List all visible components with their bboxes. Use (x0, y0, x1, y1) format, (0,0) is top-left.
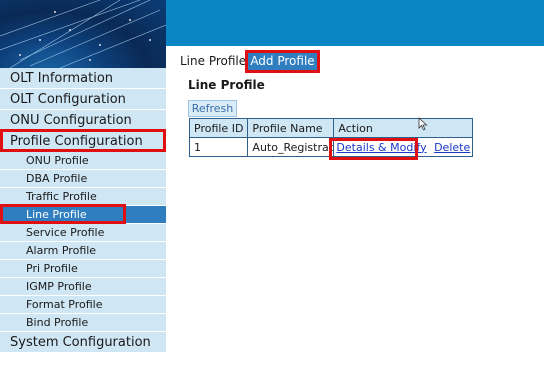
table-header-row: Profile ID Profile Name Action (188, 118, 474, 138)
sidebar-subitem-pri-profile[interactable]: Pri Profile (0, 260, 166, 278)
column-header-profile-name: Profile Name (247, 118, 335, 138)
sidebar-subitem-traffic-profile[interactable]: Traffic Profile (0, 188, 166, 206)
page-title: Line Profile (188, 78, 265, 92)
sidebar-item-olt-information[interactable]: OLT Information (0, 68, 166, 89)
sidebar: OLT Information OLT Configuration ONU Co… (0, 68, 166, 353)
sidebar-subitem-bind-profile[interactable]: Bind Profile (0, 314, 166, 332)
cell-action: Details & Modify Delete (333, 137, 474, 157)
sidebar-item-system-configuration[interactable]: System Configuration (0, 332, 166, 353)
sidebar-subitem-onu-profile[interactable]: ONU Profile (0, 152, 166, 170)
tab-add-profile[interactable]: Add Profile (247, 52, 318, 71)
sidebar-subitem-alarm-profile[interactable]: Alarm Profile (0, 242, 166, 260)
column-header-action: Action (333, 118, 474, 138)
globe-logo-image (0, 0, 166, 68)
sidebar-subitem-dba-profile[interactable]: DBA Profile (0, 170, 166, 188)
sidebar-item-profile-configuration[interactable]: Profile Configuration (0, 131, 166, 152)
cell-profile-name: Auto_Registrati (247, 137, 335, 157)
sidebar-subitem-igmp-profile[interactable]: IGMP Profile (0, 278, 166, 296)
delete-link[interactable]: Delete (434, 141, 470, 154)
tab-line-profile[interactable]: Line Profile (180, 54, 246, 68)
column-header-profile-id: Profile ID (188, 118, 249, 138)
line-profile-table: Profile ID Profile Name Action 1 Auto_Re… (188, 118, 474, 157)
sidebar-item-onu-configuration[interactable]: ONU Configuration (0, 110, 166, 131)
sidebar-subitem-line-profile[interactable]: Line Profile (0, 206, 166, 224)
sidebar-subitem-format-profile[interactable]: Format Profile (0, 296, 166, 314)
refresh-button[interactable]: Refresh (188, 100, 237, 117)
details-modify-link[interactable]: Details & Modify (336, 141, 426, 154)
sidebar-subitem-service-profile[interactable]: Service Profile (0, 224, 166, 242)
sidebar-item-olt-configuration[interactable]: OLT Configuration (0, 89, 166, 110)
mouse-cursor-icon (418, 116, 428, 135)
table-row: 1 Auto_Registrati Details & Modify Delet… (188, 137, 474, 157)
cell-profile-id: 1 (188, 137, 249, 157)
